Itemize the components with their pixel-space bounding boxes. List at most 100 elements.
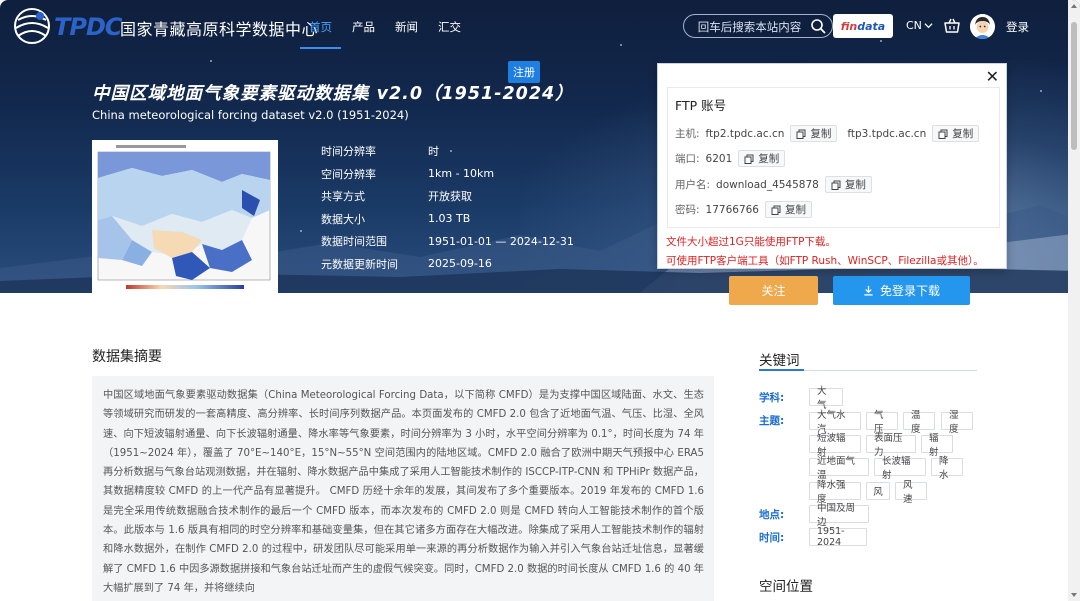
keyword-tag[interactable]: 气压 [866, 410, 898, 435]
port-value: 6201 [705, 152, 733, 165]
download-button[interactable]: 免登录下载 [833, 276, 970, 305]
keyword-tag[interactable]: 1951-2024 [809, 526, 867, 548]
precipitation-map-image [92, 140, 278, 293]
avatar[interactable] [970, 14, 995, 39]
meta-key: 时间分辨率 [321, 145, 376, 159]
keyword-tag[interactable]: 风速 [895, 480, 927, 505]
ftp-port-row: 端口: 6201 复制 [675, 150, 786, 167]
theme-label: 主题: [759, 415, 785, 427]
chevron-down-icon [924, 23, 933, 29]
keyword-tag[interactable]: 表面压力 [866, 433, 916, 458]
keyword-tag[interactable]: 大气水汽 [809, 410, 861, 435]
keyword-tag[interactable]: 温度 [903, 410, 935, 435]
user-label: 用户名: [675, 179, 711, 191]
basket-icon[interactable] [943, 17, 961, 35]
scroll-down-arrow-icon[interactable] [1071, 593, 1077, 597]
nav-products[interactable]: 产品 [343, 0, 384, 54]
copy-password-button[interactable]: 复制 [765, 201, 812, 218]
copy-host2-button[interactable]: 复制 [932, 125, 980, 142]
scroll-thumb[interactable] [1071, 22, 1077, 150]
login-link[interactable]: 登录 [1006, 19, 1029, 35]
password-value: 17766766 [705, 203, 759, 216]
site-name[interactable]: 国家青藏高原科学数据中心 [120, 16, 318, 40]
subject-label: 学科: [759, 392, 785, 404]
meta-row: 共享方式 开放获取 [321, 185, 601, 208]
meta-key: 元数据更新时间 [321, 257, 398, 271]
spatial-title: 空间位置 [759, 579, 813, 595]
keyword-tag[interactable]: 近地面气温 [809, 456, 869, 481]
meta-key: 数据时间范围 [321, 235, 387, 249]
copy-icon [771, 205, 781, 215]
meta-value: 2025-09-16 [428, 257, 492, 271]
meta-value: 1km - 10km [428, 167, 495, 181]
language-label: CN [906, 19, 922, 32]
copy-icon [744, 154, 754, 164]
copy-icon [796, 129, 806, 139]
keyword-tag[interactable]: 风 [866, 482, 890, 500]
keywords-title: 关键词 [759, 353, 800, 369]
dataset-title: 中国区域地面气象要素驱动数据集 v2.0（1951-2024） [92, 84, 574, 104]
findata-text-a: fin [840, 19, 858, 33]
download-icon [864, 285, 873, 296]
meta-value: 1951-01-01 — 2024-12-31 [428, 234, 574, 248]
download-label: 免登录下载 [879, 284, 940, 298]
copy-icon [831, 180, 841, 190]
port-label: 端口: [675, 153, 700, 165]
meta-row: 时间分辨率 时 [321, 140, 601, 163]
keyword-tag[interactable]: 大气 [809, 386, 843, 411]
ftp-account-box: FTP 账号 主机: ftp2.tpdc.ac.cn 复制 ftp3.tpdc.… [667, 87, 1000, 228]
abstract-text: 中国区域地面气象要素驱动数据集（China Meteorological For… [92, 376, 714, 601]
password-label: 密码: [675, 204, 700, 216]
tpdc-logo-icon[interactable] [12, 6, 52, 46]
findata-button[interactable]: fin data [833, 14, 893, 38]
keywords-divider [759, 369, 977, 371]
follow-button[interactable]: 关注 [729, 276, 818, 305]
keyword-tag[interactable]: 降水 [931, 456, 963, 481]
close-icon[interactable]: ✕ [986, 67, 999, 86]
logo-tpdc-text[interactable]: TPDC [54, 13, 122, 41]
meta-key: 共享方式 [321, 190, 365, 204]
copy-label: 复制 [952, 128, 974, 140]
keyword-tag[interactable]: 短波辐射 [809, 433, 861, 458]
copy-user-button[interactable]: 复制 [824, 176, 872, 193]
place-label: 地点: [759, 509, 785, 521]
copy-label: 复制 [810, 128, 832, 140]
site-search [683, 14, 833, 38]
nav-submit[interactable]: 汇交 [429, 0, 470, 54]
abstract-title: 数据集摘要 [92, 349, 162, 365]
copy-host1-button[interactable]: 复制 [790, 125, 838, 142]
keyword-tag[interactable]: 中国及周边 [809, 503, 869, 528]
search-icon[interactable] [810, 18, 826, 34]
meta-value: 开放获取 [428, 190, 472, 204]
meta-row: 数据时间范围 1951-01-01 — 2024-12-31 [321, 230, 601, 253]
keyword-tag[interactable]: 降水强度 [809, 480, 861, 505]
copy-label: 复制 [758, 153, 780, 165]
nav-home[interactable]: 首页 [300, 0, 341, 54]
page-scrollbar[interactable] [1068, 0, 1080, 601]
time-label: 时间: [759, 532, 785, 544]
meta-row: 数据大小 1.03 TB [321, 208, 601, 231]
language-switch[interactable]: CN [906, 19, 933, 32]
meta-value: 1.03 TB [428, 212, 471, 226]
copy-label: 复制 [785, 204, 806, 216]
keyword-tag[interactable]: 长波辐射 [874, 456, 926, 481]
copy-port-button[interactable]: 复制 [738, 150, 786, 167]
scroll-up-arrow-icon[interactable] [1071, 4, 1077, 8]
search-input[interactable] [692, 17, 807, 36]
meta-value: 时 [428, 145, 439, 159]
copy-icon [938, 129, 948, 139]
meta-row: 空间分辨率 1km - 10km [321, 163, 601, 186]
host1-value: ftp2.tpdc.ac.cn [705, 127, 785, 140]
dataset-thumbnail[interactable] [92, 140, 278, 293]
user-avatar-icon [970, 14, 995, 39]
ftp-warning-size: 文件大小超过1G只能使用FTP下载。 [666, 236, 836, 248]
keyword-tag[interactable]: 辐射 [921, 433, 953, 458]
nav-news[interactable]: 新闻 [386, 0, 427, 54]
keyword-tag[interactable]: 湿度 [941, 410, 973, 435]
ftp-account-popup: ✕ FTP 账号 主机: ftp2.tpdc.ac.cn 复制 ftp3.tpd… [657, 63, 1007, 269]
top-navbar: TPDC 国家青藏高原科学数据中心 首页 产品 新闻 汇交 findata CN [0, 0, 1080, 54]
user-value: download_4545878 [716, 178, 819, 191]
dataset-metadata: 时间分辨率 时 空间分辨率 1km - 10km 共享方式 开放获取 数据大小 … [321, 140, 601, 275]
ftp-warning-tools: 可使用FTP客户端工具（如FTP Rush、WinSCP、Filezilla或其… [666, 255, 984, 267]
findata-text-b: data [857, 19, 886, 33]
